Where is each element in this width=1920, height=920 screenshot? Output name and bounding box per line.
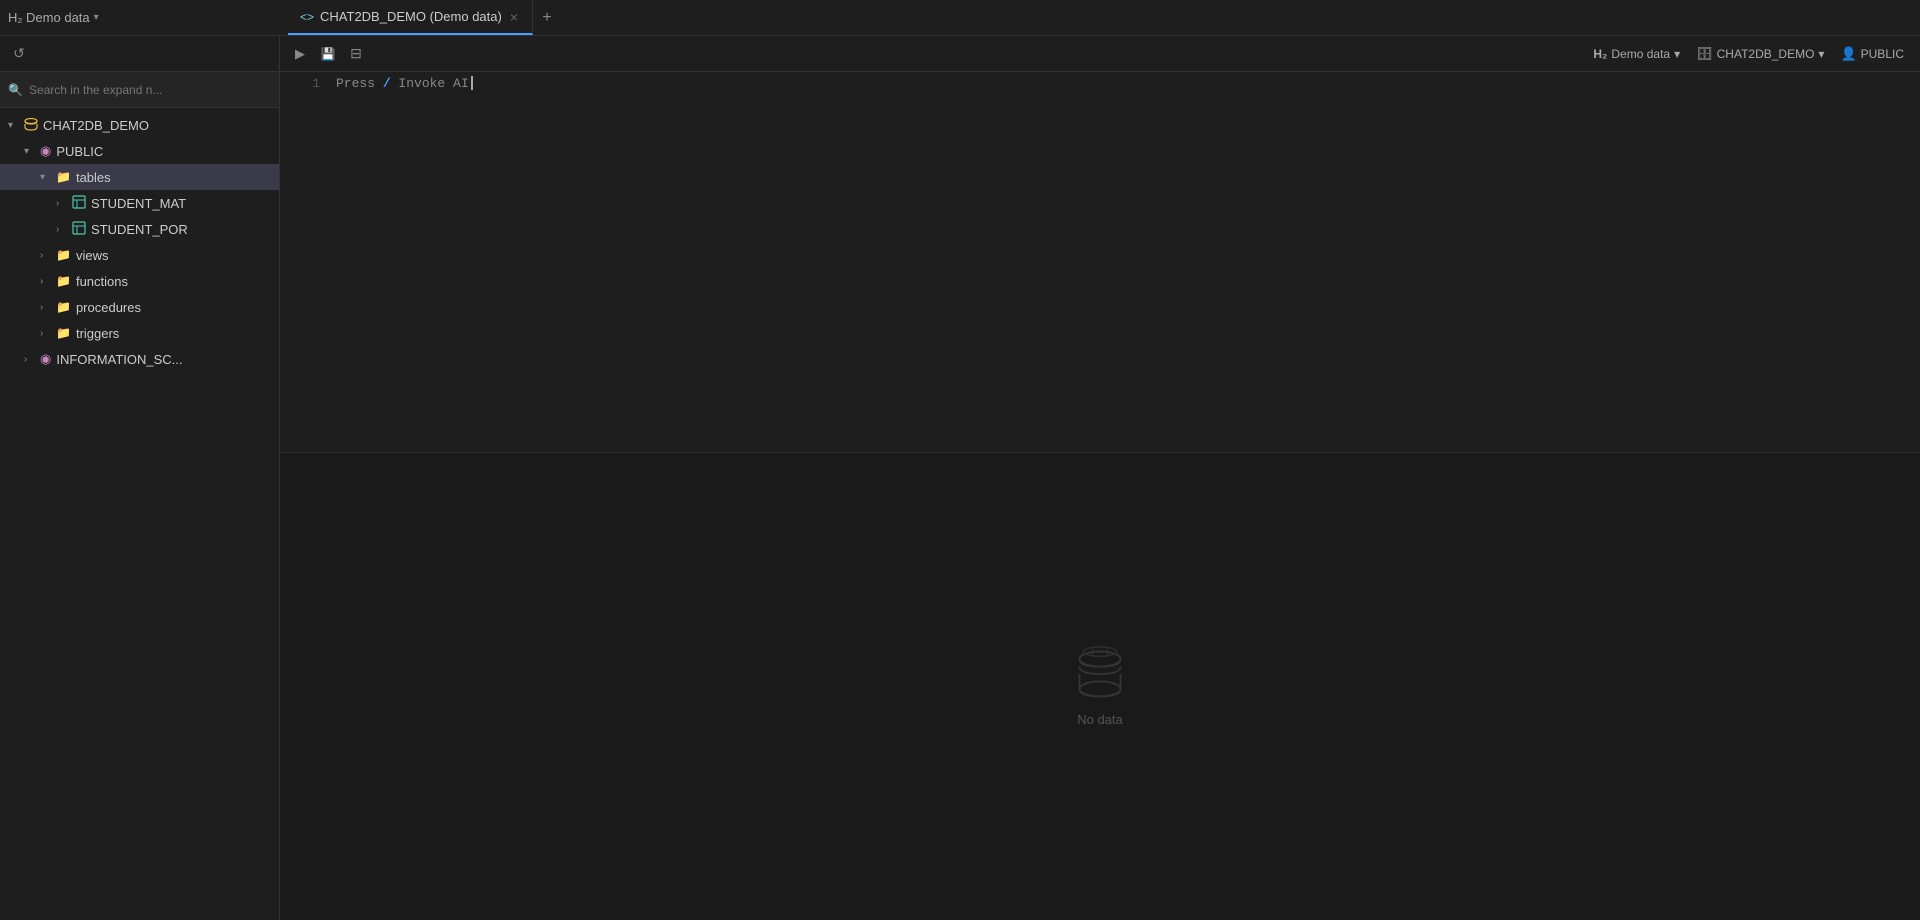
tree-item-functions[interactable]: › 📁 functions [0,268,279,294]
tree-chevron: › [40,276,52,287]
db-chevron: ▾ [1818,47,1824,61]
refresh-button[interactable]: ↺ [8,43,30,65]
tree-item-tables[interactable]: ▾ 📁 tables [0,164,279,190]
tree-chevron: › [56,198,68,209]
app-title[interactable]: H₂ Demo data ▾ [8,10,99,25]
line-content-1: Press / Invoke AI [336,76,469,91]
save-icon: 💾 [321,47,336,61]
main-content: ↺ 🔍 ▾CHAT2DB_DEMO▾◉PUBLIC▾📁tables›STUDEN… [0,36,1920,920]
search-icon: 🔍 [8,83,23,97]
tree-item-public[interactable]: ▾ ◉ PUBLIC [0,138,279,164]
schema-icon: 👤 [1840,46,1856,62]
tree-item-label: STUDENT_MAT [91,196,186,211]
add-tab-button[interactable]: + [533,4,561,32]
tree-item-icon: 📁 [56,274,71,288]
tree-chevron: › [56,224,68,235]
tree-chevron: › [40,250,52,261]
keyword-press: Press [336,76,383,91]
h2-icon: H₂ [1593,47,1607,61]
app-title-text: H₂ Demo data [8,10,90,25]
top-bar: ▶ 💾 ⊟ H₂ Demo data ▾ 🗄 CHAT2DB_DEMO [280,36,1920,72]
h2-label: Demo data [1611,47,1670,61]
connection-schema[interactable]: 👤 PUBLIC [1840,46,1904,62]
tree-item-icon: ◉ [40,143,51,159]
connection-info: H₂ Demo data ▾ 🗄 CHAT2DB_DEMO ▾ 👤 PUBLIC [1593,46,1920,62]
editor-pane: ▶ 💾 ⊟ H₂ Demo data ▾ 🗄 CHAT2DB_DEMO [280,36,1920,920]
tree-chevron: ▾ [8,120,20,131]
tree-item-icon: ◉ [40,351,51,367]
save-button[interactable]: 💾 [316,42,340,66]
connection-db[interactable]: 🗄 CHAT2DB_DEMO ▾ [1696,46,1824,62]
tree-item-icon: 📁 [56,170,71,184]
db-label: CHAT2DB_DEMO [1717,47,1815,61]
tree: ▾ CHAT2DB_DEMO ▾ ◉ PUBLIC ▾ 📁 tables › STUDENT_MA… [0,108,279,920]
tree-item-icon: 📁 [56,248,71,262]
tree-chevron: › [40,328,52,339]
tree-item-triggers[interactable]: › 📁 triggers [0,320,279,346]
tree-chevron: ▾ [24,146,36,157]
run-button[interactable]: ▶ [288,42,312,66]
connection-h2[interactable]: H₂ Demo data ▾ [1593,47,1680,61]
slash-shortcut: / [383,76,391,91]
keyword-invoke-ai: Invoke AI [391,76,469,91]
tree-item-label: tables [76,170,111,185]
title-bar: H₂ Demo data ▾ <> CHAT2DB_DEMO (Demo dat… [0,0,1920,36]
tab-close-button[interactable]: × [508,7,520,27]
tree-chevron: ▾ [40,172,52,183]
format-button[interactable]: ⊟ [344,42,368,66]
tree-item-icon: 📁 [56,326,71,340]
tree-item-views[interactable]: › 📁 views [0,242,279,268]
tree-item-icon [72,221,86,238]
title-bar-left: H₂ Demo data ▾ [8,10,288,25]
no-data-icon [1072,646,1128,702]
tree-item-label: CHAT2DB_DEMO [43,118,149,133]
tab-bar: <> CHAT2DB_DEMO (Demo data) × + [288,0,1912,35]
tree-item-label: views [76,248,109,263]
tree-item-label: STUDENT_POR [91,222,188,237]
run-icon: ▶ [295,46,305,62]
main-tab[interactable]: <> CHAT2DB_DEMO (Demo data) × [288,0,533,35]
code-editor[interactable]: 1 Press / Invoke AI [280,72,1920,452]
tree-item-label: functions [76,274,128,289]
tree-chevron: › [40,302,52,313]
search-bar: 🔍 [0,72,279,108]
tree-item-label: INFORMATION_SC... [56,352,182,367]
code-line-1: 1 Press / Invoke AI [280,72,1920,94]
tree-chevron: › [24,354,36,365]
tree-item-student_por[interactable]: › STUDENT_POR [0,216,279,242]
tab-label: CHAT2DB_DEMO (Demo data) [320,9,502,24]
tree-item-student_mat[interactable]: › STUDENT_MAT [0,190,279,216]
search-input[interactable] [29,83,271,97]
app-title-chevron: ▾ [94,12,99,23]
tab-icon: <> [300,10,314,24]
text-cursor [471,76,473,90]
tree-item-icon: 📁 [56,300,71,314]
tree-item-label: procedures [76,300,141,315]
tree-item-procedures[interactable]: › 📁 procedures [0,294,279,320]
h2-chevron: ▾ [1674,47,1680,61]
tree-item-label: PUBLIC [56,144,103,159]
schema-label: PUBLIC [1861,47,1904,61]
tree-item-chat2db[interactable]: ▾ CHAT2DB_DEMO [0,112,279,138]
toolbar: ▶ 💾 ⊟ [280,42,376,66]
line-number-1: 1 [288,76,320,91]
db-icon: 🗄 [1696,46,1713,62]
tree-item-label: triggers [76,326,119,341]
sidebar: ↺ 🔍 ▾ CHAT2DB_DEMO ▾ ◉ PUBLIC ▾ 📁 tables › STUDEN… [0,36,280,920]
tree-item-information_sc[interactable]: › ◉ INFORMATION_SC... [0,346,279,372]
sidebar-header: ↺ [0,36,279,72]
tree-item-icon [72,195,86,212]
no-data-text: No data [1077,712,1123,727]
results-pane: No data [280,452,1920,920]
format-icon: ⊟ [350,45,362,62]
tree-item-icon [24,117,38,134]
